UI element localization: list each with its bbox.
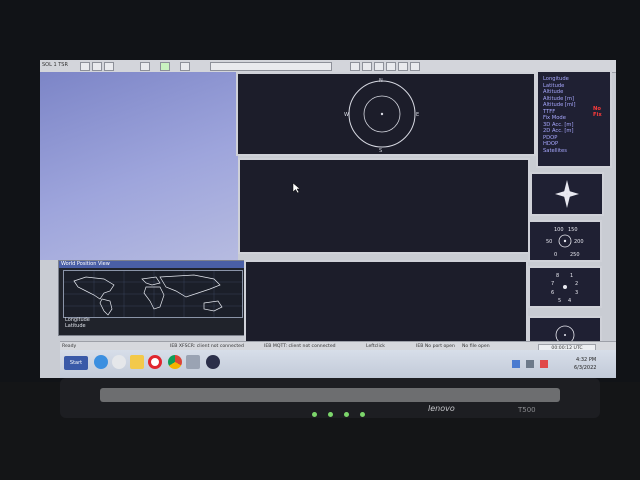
satellite-sky-view[interactable]: N S E W [236,72,536,156]
info-label: Altitude [m] [543,95,575,102]
windows-taskbar: Start 4:32 PM 6/3/2022 [60,350,616,378]
network-icon[interactable] [512,360,520,368]
laptop-screen: SOL 1 TSR World Position View Longitude … [40,60,616,378]
sky-plot: N S E W [344,78,419,154]
data-view-panel[interactable] [238,158,530,254]
chart-view-panel[interactable] [244,260,528,348]
alt-tick-label: 8 [556,273,559,279]
speed-tick-label: 200 [574,239,584,245]
left-pane-background [40,72,238,260]
info-label: Fix Mode [543,115,566,121]
laptop-brand: lenovo [428,404,455,413]
folder-icon[interactable] [130,355,144,369]
alt-tick-label: 2 [575,281,578,287]
alt-tick-label: 1 [570,273,573,279]
fix-status-badge: No Fix [593,106,602,118]
world-position-view[interactable]: World Position View Longitude Latitude [58,260,249,336]
toolbar-button-8[interactable] [362,62,372,71]
sky-north-label: N [379,78,383,84]
toolbar-button-3[interactable] [104,62,114,71]
status-mqtt: IEB MQTT: client not connected [264,344,336,349]
toolbar-button-10[interactable] [386,62,396,71]
toolbar-button-6[interactable] [180,62,190,71]
compass-rose-icon [555,180,579,208]
app-window-icon[interactable] [186,355,200,369]
alt-tick-label: 7 [551,281,554,287]
speed-tick-label: 250 [570,252,580,258]
world-map-outline [64,271,242,317]
status-file: No file open [462,344,490,349]
speed-tick-label: 50 [546,239,552,245]
laptop-hinge [100,388,560,402]
sky-west-label: W [344,112,349,118]
system-tray: 4:32 PM 6/3/2022 [492,356,612,374]
speed-tick-label: 0 [554,252,557,258]
edge-icon[interactable] [94,355,108,369]
toolbar-button-12[interactable] [410,62,420,71]
toolbar-button-7[interactable] [350,62,360,71]
toolbar-button-1[interactable] [80,62,90,71]
gps-info-panel: Longitude Latitude Altitude Altitude [m]… [536,70,612,168]
alt-tick-label: 5 [558,298,561,304]
altimeter-gauge: 8 1 7 2 6 3 5 4 [528,266,602,308]
toolbar-button-5[interactable] [160,62,170,71]
info-label: Satellites [543,147,567,154]
compass-gauge [530,172,604,216]
info-label: PDOP [543,134,558,141]
alt-tick-label: 4 [568,298,571,304]
sky-east-label: E [416,112,419,118]
status-ready: Ready [62,344,77,349]
speed-gauge: 100 150 50 200 0 250 [528,220,602,262]
world-latitude-label: Latitude [65,323,86,329]
speed-dial: 100 150 50 200 0 250 [546,227,584,258]
info-label: Altitude [543,89,564,95]
clock-time[interactable]: 4:32 PM [576,357,596,363]
info-label: 3D Acc. [m] [543,121,574,128]
toolbar-combo[interactable] [210,62,332,71]
toolbar-left-label: SOL 1 TSR [42,62,68,68]
start-button[interactable]: Start [64,356,88,370]
toolbar-button-11[interactable] [398,62,408,71]
info-label: Longitude [543,76,569,82]
wifi-led-icon [312,412,317,417]
world-panel-title: World Position View [59,261,249,268]
status-click: Leftclick [366,344,385,349]
volume-icon[interactable] [526,360,534,368]
toolbar-button-9[interactable] [374,62,384,71]
file-explorer-icon[interactable] [112,355,126,369]
clock-date[interactable]: 6/3/2022 [574,365,596,371]
speed-tick-label: 100 [554,227,564,233]
info-label: TTFF [543,108,556,115]
toolbar-button-4[interactable] [140,62,150,71]
status-port: IEB No port open [416,344,455,349]
speed-tick-label: 150 [568,227,578,233]
info-label: 2D Acc. [m] [543,128,574,134]
toolbar-button-2[interactable] [92,62,102,71]
chrome-icon[interactable] [168,355,182,369]
info-label: HDOP [543,141,559,147]
p-app-icon[interactable] [206,355,220,369]
altimeter-dial: 8 1 7 2 6 3 5 4 [551,273,578,304]
opera-icon[interactable] [148,355,162,369]
notification-icon[interactable] [540,360,548,368]
mouse-cursor-icon [292,182,301,194]
laptop-model: T500 [518,406,536,414]
alt-tick-label: 6 [551,290,554,296]
status-leds [312,402,422,417]
info-label: Altitude [ml] [543,102,576,108]
status-xfscr: IEB XFSCR: client not connected [170,344,244,349]
info-label: Latitude [543,82,565,89]
world-map[interactable] [63,270,243,318]
sky-south-label: S [379,148,382,154]
alt-tick-label: 3 [575,290,578,296]
